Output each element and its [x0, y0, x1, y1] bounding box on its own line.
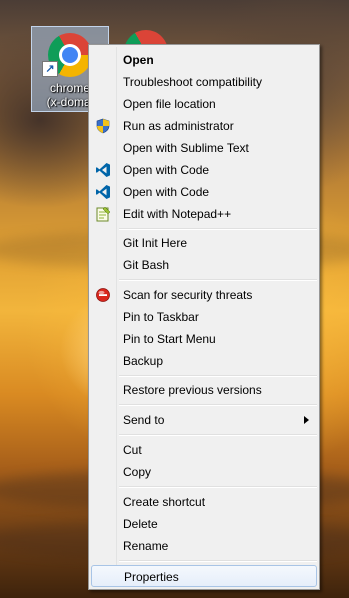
menu-item-label: Open file location	[123, 97, 216, 111]
menu-item-label: Git Bash	[123, 258, 170, 272]
menu-item-pin-taskbar[interactable]: Pin to Taskbar	[91, 306, 317, 328]
menu-item-open-sublime[interactable]: Open with Sublime Text	[91, 137, 317, 159]
menu-item-label: Open with Code	[123, 163, 210, 177]
submenu-arrow-icon	[304, 416, 309, 424]
menu-item-restore-versions[interactable]: Restore previous versions	[91, 379, 317, 401]
menu-item-rename[interactable]: Rename	[91, 535, 317, 557]
menu-item-label: Scan for security threats	[123, 288, 253, 302]
menu-separator	[119, 560, 317, 562]
vscode-icon	[96, 163, 110, 177]
menu-item-label: Troubleshoot compatibility	[123, 75, 262, 89]
menu-item-label: Open with Sublime Text	[123, 141, 249, 155]
menu-item-git-bash[interactable]: Git Bash	[91, 254, 317, 276]
menu-item-label: Edit with Notepad++	[123, 207, 232, 221]
menu-item-troubleshoot[interactable]: Troubleshoot compatibility	[91, 71, 317, 93]
menu-item-label: Open with Code	[123, 185, 210, 199]
menu-item-send-to[interactable]: Send to	[91, 409, 317, 431]
menu-item-open-with-code[interactable]: Open with Code	[91, 159, 317, 181]
menu-item-label: Run as administrator	[123, 119, 234, 133]
antivirus-icon	[96, 288, 110, 302]
uac-shield-icon	[96, 118, 110, 134]
menu-item-label: Restore previous versions	[123, 383, 262, 397]
menu-item-pin-start[interactable]: Pin to Start Menu	[91, 328, 317, 350]
menu-item-scan-threats[interactable]: Scan for security threats	[91, 284, 317, 306]
menu-item-delete[interactable]: Delete	[91, 513, 317, 535]
menu-item-open-file-location[interactable]: Open file location	[91, 93, 317, 115]
menu-item-label: Rename	[123, 539, 169, 553]
menu-item-label: Pin to Taskbar	[123, 310, 199, 324]
menu-separator	[119, 279, 317, 281]
menu-separator	[119, 375, 317, 377]
desktop: ↗ chrome (x-domai Open Troubleshoot comp…	[0, 0, 349, 598]
menu-item-git-init[interactable]: Git Init Here	[91, 232, 317, 254]
menu-item-create-shortcut[interactable]: Create shortcut	[91, 491, 317, 513]
context-menu: Open Troubleshoot compatibility Open fil…	[88, 44, 320, 590]
menu-item-label: Send to	[123, 413, 165, 427]
menu-separator	[119, 228, 317, 230]
menu-item-label: Copy	[123, 465, 152, 479]
menu-separator	[119, 434, 317, 436]
menu-item-open[interactable]: Open	[91, 49, 317, 71]
menu-item-cut[interactable]: Cut	[91, 439, 317, 461]
menu-item-label: Git Init Here	[123, 236, 188, 250]
menu-item-label: Properties	[124, 570, 179, 584]
menu-item-label: Open	[123, 53, 154, 67]
menu-item-label: Create shortcut	[123, 495, 206, 509]
menu-item-label: Backup	[123, 354, 164, 368]
menu-item-run-as-admin[interactable]: Run as administrator	[91, 115, 317, 137]
menu-item-label: Pin to Start Menu	[123, 332, 216, 346]
vscode-icon	[96, 185, 110, 199]
menu-separator	[119, 486, 317, 488]
menu-item-open-with-code-2[interactable]: Open with Code	[91, 181, 317, 203]
menu-item-properties[interactable]: Properties	[91, 565, 317, 587]
menu-item-label: Delete	[123, 517, 158, 531]
menu-item-edit-notepadpp[interactable]: Edit with Notepad++	[91, 203, 317, 225]
menu-item-backup[interactable]: Backup	[91, 350, 317, 372]
menu-item-label: Cut	[123, 443, 142, 457]
notepadpp-icon	[96, 206, 111, 222]
shortcut-arrow-icon: ↗	[42, 61, 58, 77]
menu-separator	[119, 404, 317, 406]
menu-item-copy[interactable]: Copy	[91, 461, 317, 483]
